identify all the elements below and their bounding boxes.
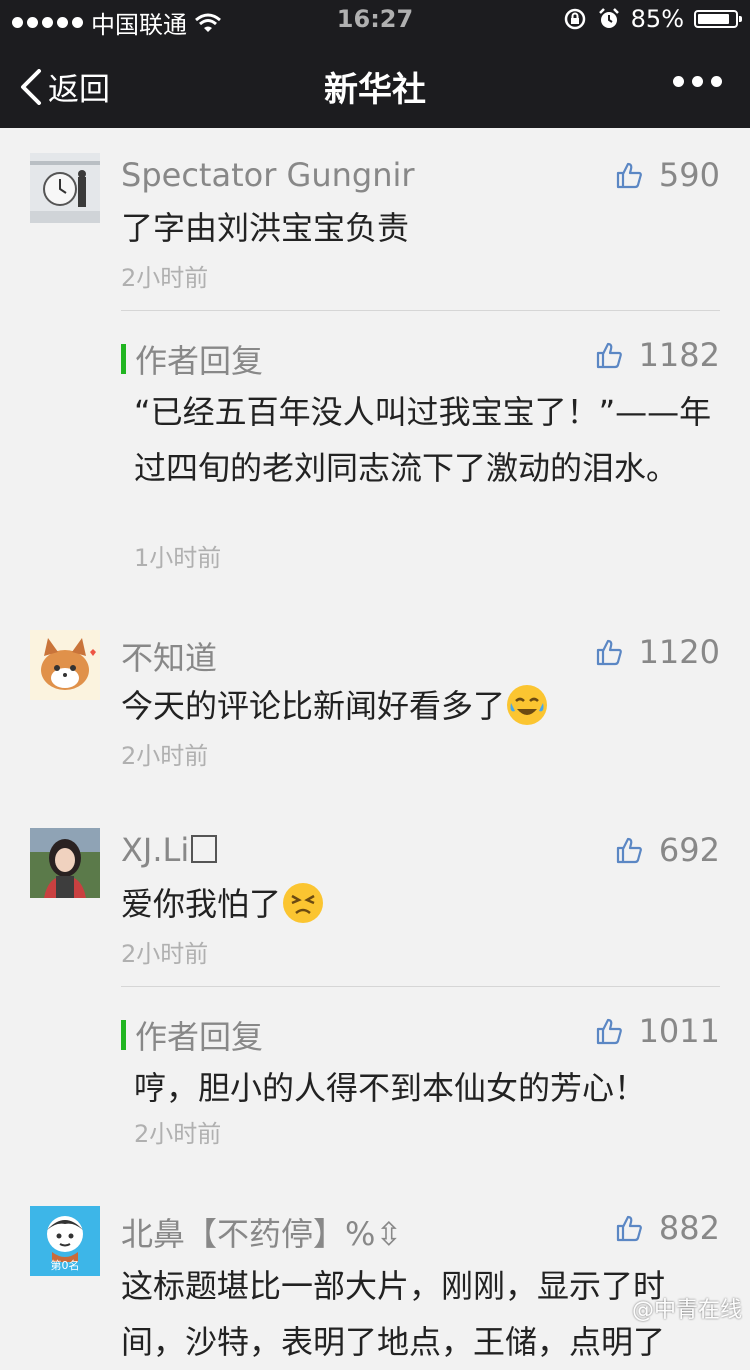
comment-time: 2小时前 (121, 264, 209, 292)
more-button[interactable] (673, 76, 722, 87)
avatar[interactable] (30, 828, 100, 898)
commenter-name[interactable]: 北鼻【不药停】%⇳ (121, 1209, 402, 1255)
avatar-badge: 第0名 (50, 1259, 80, 1272)
reply-like-button[interactable]: 1182 (595, 336, 720, 374)
page-title: 新华社 (324, 70, 426, 110)
thumbs-up-icon (596, 639, 622, 666)
comment-text: 今天的评论比新闻好看多了 (121, 687, 506, 725)
like-count: 1120 (638, 633, 720, 671)
comment-text: 这标题堪比一部大片，刚刚，显示了时间，沙特，表明了地点，王储，点明了 (121, 1267, 666, 1361)
reply-label-text: 作者回复 (135, 342, 264, 380)
reply-time: 2小时前 (134, 1120, 222, 1148)
reply-text: “已经五百年没人叫过我宝宝了！”——年过四旬的老刘同志流下了激动的泪水。 (134, 393, 712, 487)
like-button[interactable]: 692 (615, 831, 720, 869)
missing-glyph-box (191, 835, 218, 863)
watermark: @中青在线 (631, 1298, 742, 1323)
comment-text: 了字由刘洪宝宝负责 (121, 209, 410, 247)
divider (121, 986, 720, 987)
comment-time: 2小时前 (121, 940, 209, 968)
like-count: 1011 (638, 1012, 720, 1050)
author-reply-label: 作者回复 (121, 336, 263, 382)
reply-like-button[interactable]: 1011 (595, 1012, 720, 1050)
alarm-icon (598, 8, 619, 28)
thumbs-up-icon (596, 1018, 622, 1045)
commenter-name[interactable]: 不知道 (121, 633, 217, 679)
thumbs-up-icon (616, 837, 642, 864)
reply-time: 1小时前 (134, 544, 222, 572)
like-count: 1182 (638, 336, 720, 374)
avatar[interactable] (30, 630, 100, 700)
avatar[interactable] (30, 153, 100, 223)
commenter-name[interactable]: XJ.Li (121, 831, 218, 869)
comment-text: 爱你我怕了 (121, 885, 282, 923)
reply-indicator (121, 1020, 126, 1050)
thumbs-up-icon (616, 1215, 642, 1242)
comment-text-row: 今天的评论比新闻好看多了 (121, 682, 711, 730)
comment-time: 2小时前 (121, 742, 209, 770)
like-count: 692 (658, 831, 720, 869)
status-bar: 中国联通 16:27 85% (0, 0, 750, 40)
like-button[interactable]: 1120 (595, 633, 720, 671)
nav-bar: 返回 新华社 (0, 40, 750, 128)
reply-indicator (121, 344, 126, 374)
like-button[interactable]: 590 (615, 156, 720, 194)
thumbs-up-icon (616, 162, 642, 189)
commenter-name[interactable]: Spectator Gungnir (121, 156, 415, 194)
persevere-emoji (283, 883, 324, 923)
avatar[interactable]: 第0名 (30, 1206, 100, 1276)
commenter-name-text: XJ.Li (121, 831, 190, 869)
like-button[interactable]: 882 (615, 1209, 720, 1247)
divider (121, 310, 720, 311)
reply-text: 哼，胆小的人得不到本仙女的芳心！ (134, 1069, 647, 1107)
thumbs-up-icon (596, 342, 622, 369)
like-count: 882 (658, 1209, 720, 1247)
comment-text-row: 爱你我怕了 (121, 880, 711, 928)
cry-laugh-emoji (507, 685, 548, 725)
like-count: 590 (658, 156, 720, 194)
reply-label-text: 作者回复 (135, 1018, 264, 1056)
author-reply-label: 作者回复 (121, 1012, 263, 1058)
rotation-lock-icon (564, 8, 585, 30)
battery-percent: 85% (630, 5, 684, 33)
battery-icon (694, 10, 742, 28)
